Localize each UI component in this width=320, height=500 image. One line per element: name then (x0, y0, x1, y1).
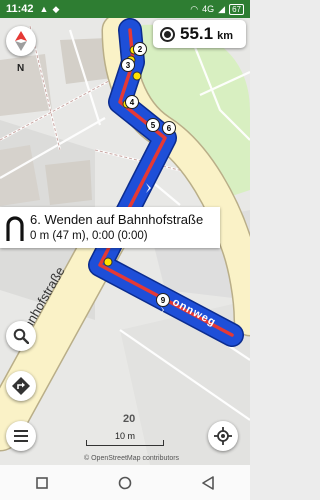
signal-icon: ◢ (218, 3, 226, 14)
waypoint-2: 2 (133, 42, 147, 56)
waypoint-label: 5 (150, 120, 156, 130)
network-type-label: 4G (202, 4, 215, 14)
search-icon (13, 328, 29, 344)
compass-direction-label: N (17, 63, 25, 74)
waypoint-label: 9 (160, 295, 166, 305)
distance-value: 55.1 (180, 24, 214, 43)
waypoint-label: 3 (125, 60, 131, 70)
scale-bar-label: 10 m (114, 431, 135, 441)
waypoint-label: 2 (137, 44, 143, 54)
wifi-icon: ◠ (190, 3, 199, 14)
turn-instruction-detail: 0 m (47 m), 0:00 (0:00) (30, 230, 148, 242)
recent-apps-icon (35, 476, 48, 489)
directions-icon (12, 377, 30, 395)
directions-button[interactable] (6, 371, 36, 401)
map-attribution: © OpenStreetMap contributors (84, 455, 180, 462)
distance-widget[interactable]: 55.1 km (153, 20, 246, 48)
scale-bar: 10 m (86, 431, 164, 446)
status-icons: ◠ 4G ◢ 67 (190, 3, 244, 15)
turn-instruction-text: 6. Wenden auf Bahnhofstraße (30, 212, 204, 227)
waypoint-label: 4 (129, 97, 135, 107)
back-button[interactable] (190, 468, 226, 498)
building-number: 20 (123, 413, 136, 425)
waypoint-4: 4 (125, 95, 139, 109)
status-bar: 11:42 ▲ ◆ ◠ 4G ◢ 67 (0, 0, 250, 18)
distance-unit: km (217, 29, 233, 42)
waypoint-5: 5 (146, 118, 160, 132)
battery-icon: 67 (229, 3, 244, 15)
menu-button[interactable] (6, 421, 36, 451)
u-turn-icon (0, 207, 30, 248)
menu-icon (14, 430, 28, 442)
turn-instruction-card[interactable]: 6. Wenden auf Bahnhofstraße 0 m (47 m), … (0, 207, 220, 248)
shield-icon: ◆ (52, 3, 60, 14)
my-location-button[interactable] (208, 421, 238, 451)
waypoint-label: 6 (166, 123, 172, 133)
system-nav-bar (0, 465, 250, 500)
home-button[interactable] (107, 468, 143, 498)
search-button[interactable] (6, 321, 36, 351)
warning-icon: ▲ (39, 4, 49, 14)
home-icon (118, 476, 132, 489)
my-location-icon (214, 427, 232, 445)
target-icon (160, 26, 175, 42)
recent-apps-button[interactable] (24, 468, 60, 498)
waypoint-3: 3 (121, 58, 135, 72)
compass-icon (15, 31, 27, 51)
waypoint-6: 6 (162, 121, 176, 135)
compass-button[interactable] (6, 26, 36, 56)
status-time: 11:42 (6, 3, 34, 15)
waypoint-9: 9 (156, 293, 170, 307)
back-icon (202, 475, 214, 490)
